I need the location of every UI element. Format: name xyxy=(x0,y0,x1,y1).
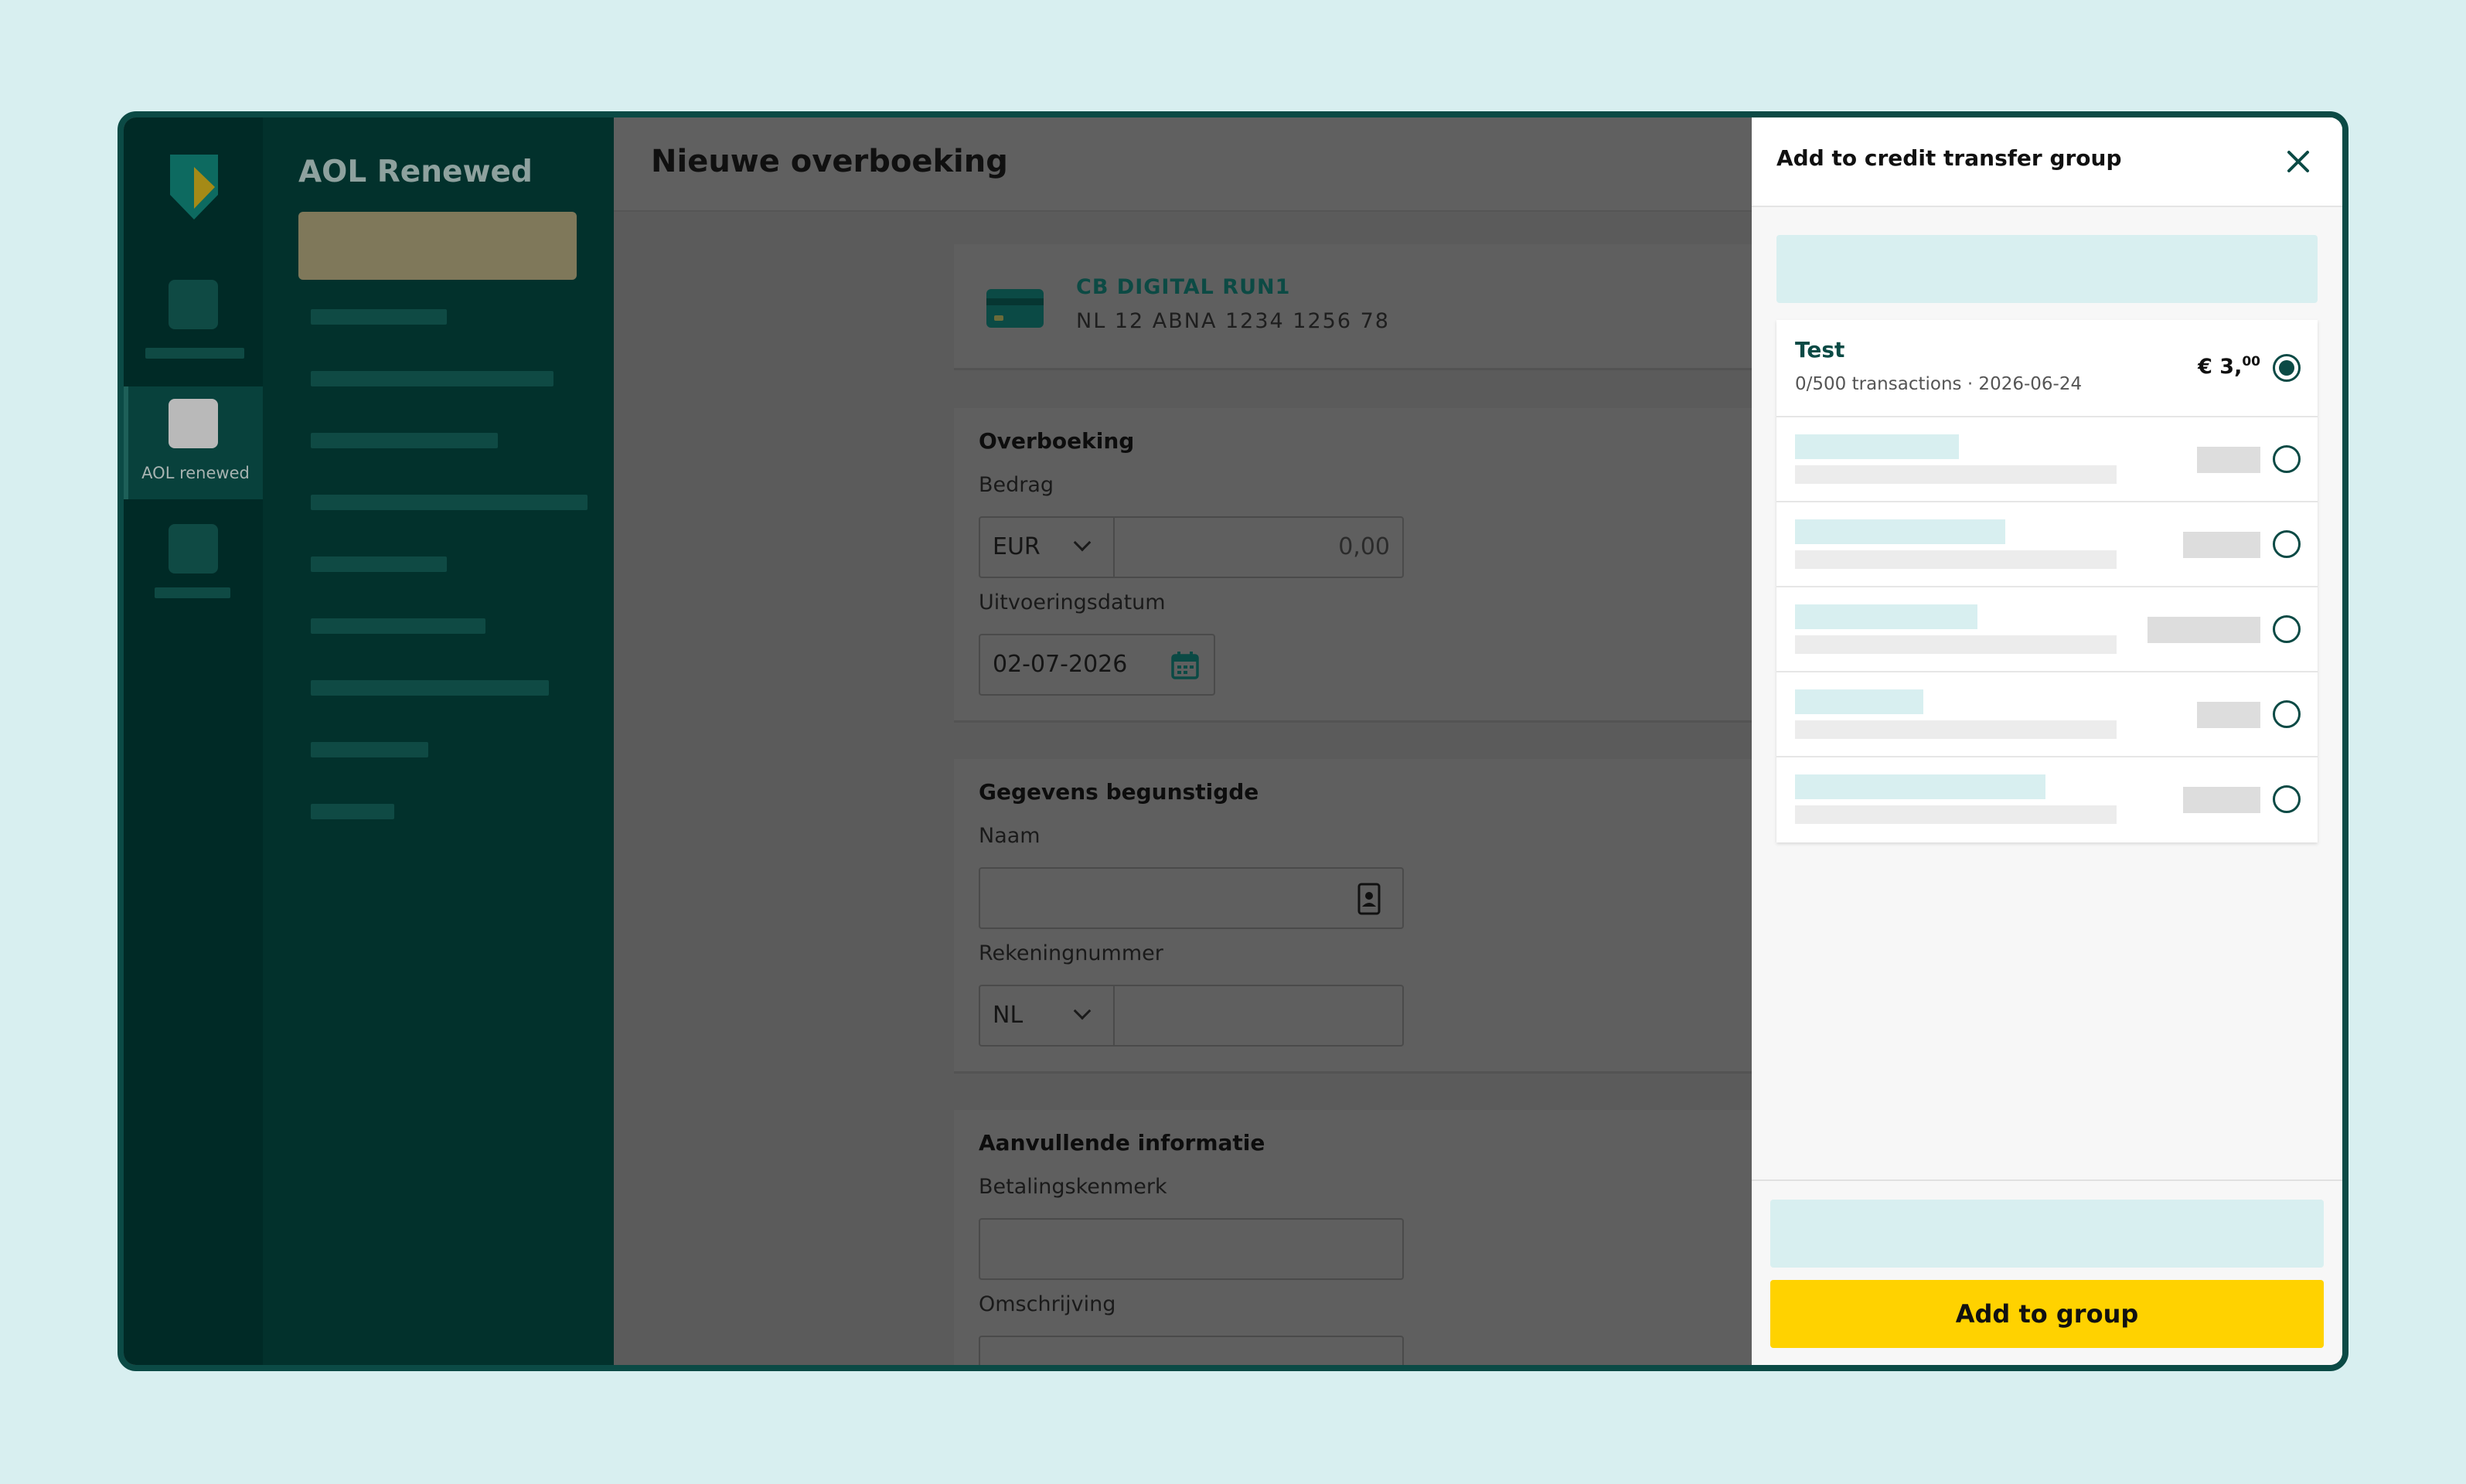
date-input[interactable]: 02-07-2026 xyxy=(979,634,1215,696)
nav-item[interactable] xyxy=(311,371,553,386)
nav-title: AOL Renewed xyxy=(298,155,533,189)
account-name: CB DIGITAL RUN1 xyxy=(1076,275,1291,299)
account-number-input[interactable] xyxy=(1113,985,1404,1047)
name-label: Naam xyxy=(979,824,1041,848)
group-row-skeleton[interactable] xyxy=(1776,587,2318,672)
close-icon[interactable] xyxy=(2285,148,2311,175)
rail-app-icon xyxy=(169,280,218,329)
description-input[interactable] xyxy=(979,1336,1404,1365)
group-row-skeleton[interactable] xyxy=(1776,757,2318,842)
amount-placeholder: 0,00 xyxy=(1338,533,1390,560)
group-radio[interactable] xyxy=(2273,445,2301,473)
panel-header: Add to credit transfer group xyxy=(1752,117,2342,207)
group-meta: 0/500 transactions · 2026-06-24 xyxy=(1795,374,2083,394)
rail-app-icon xyxy=(169,524,218,574)
currency-value: EUR xyxy=(993,533,1041,560)
group-row-skeleton[interactable] xyxy=(1776,502,2318,587)
rail-app-icon xyxy=(169,399,218,448)
rail-item-aol-renewed[interactable]: AOL renewed xyxy=(124,386,263,499)
name-input[interactable] xyxy=(979,867,1404,929)
credit-card-icon xyxy=(986,289,1044,328)
search-placeholder[interactable] xyxy=(1776,235,2318,303)
rail-item-3[interactable] xyxy=(124,524,263,609)
section-title: Overboeking xyxy=(979,428,1135,454)
account-number-label: Rekeningnummer xyxy=(979,941,1163,965)
secondary-button-placeholder[interactable] xyxy=(1770,1200,2324,1268)
group-row-test[interactable]: Test 0/500 transactions · 2026-06-24 € 3… xyxy=(1776,320,2318,417)
description-label: Omschrijving xyxy=(979,1292,1116,1316)
panel-footer: Add to group xyxy=(1752,1179,2342,1365)
group-radio[interactable] xyxy=(2273,530,2301,558)
account-number: NL 12 ABNA 1234 1256 78 xyxy=(1076,309,1390,333)
rail-item-label: AOL renewed xyxy=(141,464,250,482)
group-radio[interactable] xyxy=(2273,354,2301,382)
nav-item[interactable] xyxy=(311,618,485,634)
nav-item[interactable] xyxy=(311,556,447,572)
date-label: Uitvoeringsdatum xyxy=(979,591,1166,614)
group-list: Test 0/500 transactions · 2026-06-24 € 3… xyxy=(1776,320,2318,842)
secondary-nav: AOL Renewed xyxy=(263,117,614,1365)
transfer-section: Overboeking Bedrag EUR 0,00 Uitvoeringsd… xyxy=(954,408,1804,720)
beneficiary-section: Gegevens begunstigde Naam Rekeningnummer… xyxy=(954,759,1804,1071)
date-value: 02-07-2026 xyxy=(993,651,1128,678)
group-row-skeleton[interactable] xyxy=(1776,417,2318,502)
section-title: Aanvullende informatie xyxy=(979,1130,1265,1156)
currency-select[interactable]: EUR xyxy=(979,516,1115,578)
bank-logo-icon xyxy=(170,155,218,220)
account-card[interactable]: CB DIGITAL RUN1 NL 12 ABNA 1234 1256 78 xyxy=(954,244,1804,368)
rail-item-1[interactable] xyxy=(124,280,263,373)
add-to-group-button[interactable]: Add to group xyxy=(1770,1280,2324,1348)
nav-item[interactable] xyxy=(311,495,588,510)
group-name: Test xyxy=(1795,337,1845,362)
additional-info-section: Aanvullende informatie Betalingskenmerk … xyxy=(954,1110,1804,1365)
reference-input[interactable] xyxy=(979,1218,1404,1280)
chevron-down-icon xyxy=(1073,1002,1092,1020)
group-radio[interactable] xyxy=(2273,785,2301,813)
address-book-icon[interactable] xyxy=(1357,883,1381,915)
nav-item[interactable] xyxy=(311,742,428,757)
panel-title: Add to credit transfer group xyxy=(1776,145,2122,171)
page-title: Nieuwe overboeking xyxy=(651,144,1008,179)
nav-item[interactable] xyxy=(311,433,498,448)
reference-label: Betalingskenmerk xyxy=(979,1175,1167,1199)
credit-transfer-group-panel: Add to credit transfer group Test 0/500 … xyxy=(1752,117,2342,1365)
nav-item[interactable] xyxy=(311,309,447,325)
amount-label: Bedrag xyxy=(979,473,1054,497)
country-select[interactable]: NL xyxy=(979,985,1115,1047)
nav-primary-button[interactable] xyxy=(298,212,577,280)
calendar-icon[interactable] xyxy=(1170,651,1200,680)
nav-item[interactable] xyxy=(311,804,394,819)
group-amount: € 3,00 xyxy=(2198,354,2260,379)
app-rail: AOL renewed xyxy=(124,117,263,1365)
country-value: NL xyxy=(993,1002,1024,1029)
section-title: Gegevens begunstigde xyxy=(979,779,1259,805)
chevron-down-icon xyxy=(1073,533,1092,552)
amount-input[interactable]: 0,00 xyxy=(1113,516,1404,578)
group-radio[interactable] xyxy=(2273,700,2301,728)
group-radio[interactable] xyxy=(2273,615,2301,643)
nav-item[interactable] xyxy=(311,680,549,696)
app-window: AOL renewed AOL Renewed Nieuwe overboeki… xyxy=(118,111,2348,1371)
group-row-skeleton[interactable] xyxy=(1776,672,2318,757)
